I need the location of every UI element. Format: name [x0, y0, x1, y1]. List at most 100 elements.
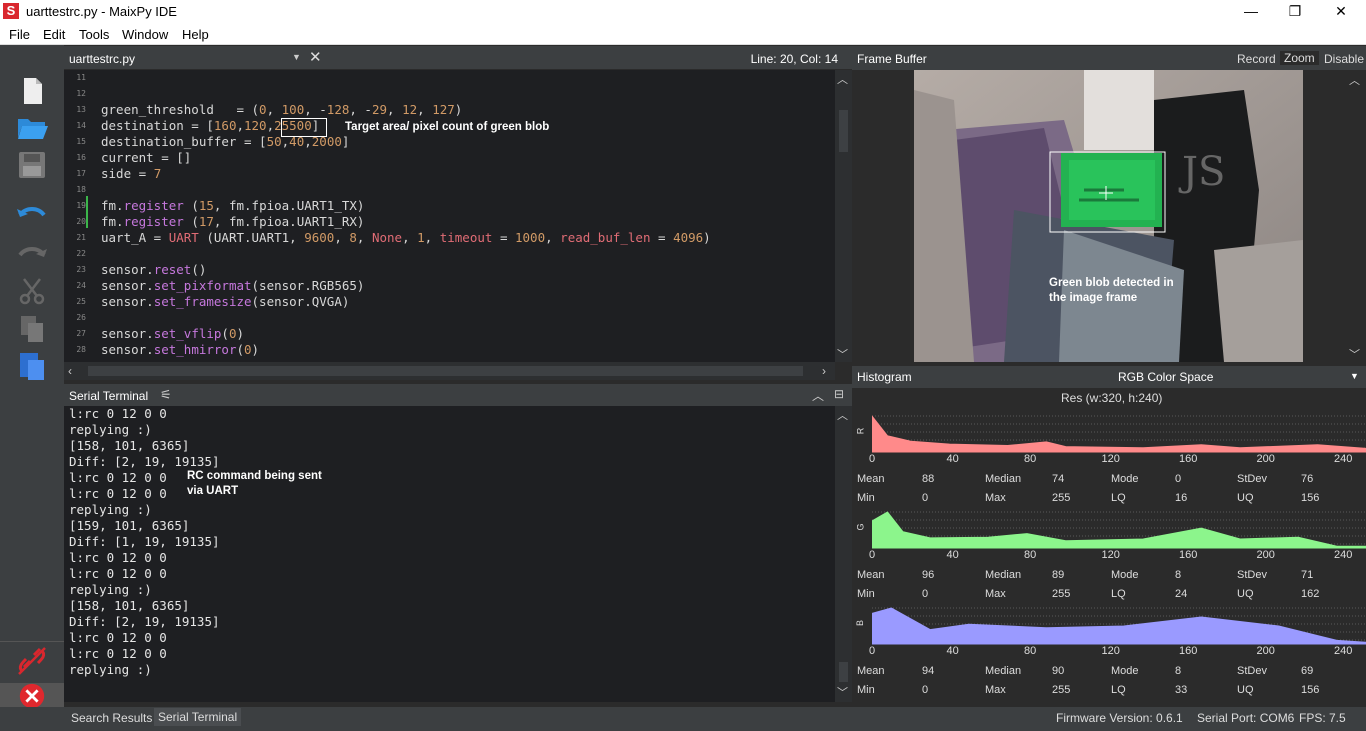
histogram-header: Histogram RGB Color Space ▼ — [852, 366, 1366, 388]
paste-icon[interactable] — [14, 350, 50, 382]
stat-value: 156 — [1301, 684, 1320, 696]
code-editor[interactable]: Target area/ pixel count of green blob 1… — [64, 70, 835, 362]
stat-label: Mode — [1111, 665, 1139, 677]
histogram-plot-r — [872, 415, 1366, 453]
frame-buffer-view: JS Green blob detected in the image fram… — [852, 70, 1366, 362]
tick-label: 0 — [869, 549, 876, 561]
record-button[interactable]: Record — [1237, 52, 1276, 66]
channel-label: B — [855, 619, 866, 627]
menu-window[interactable]: Window — [122, 27, 168, 42]
stat-label: Mean — [857, 665, 885, 677]
zoom-button[interactable]: Zoom — [1280, 51, 1319, 65]
serial-line: replying :) — [69, 422, 152, 437]
serial-line: [158, 101, 6365] — [69, 438, 190, 453]
file-dropdown-icon[interactable]: ▼ — [292, 52, 301, 62]
close-file-icon[interactable]: ✕ — [309, 48, 322, 66]
menu-help[interactable]: Help — [182, 27, 209, 42]
collapse-icon[interactable]: ︿ — [812, 387, 824, 404]
serial-line: l:rc 0 12 0 0 — [69, 486, 167, 501]
maximize-pane-icon[interactable]: ⊟ — [834, 387, 844, 401]
code-line: current = [] — [101, 150, 192, 165]
line-number: 15 — [76, 137, 86, 146]
tick-label: 160 — [1179, 549, 1198, 561]
fb-scroll-down-icon[interactable]: ﹀ — [1349, 346, 1360, 362]
line-number: 25 — [76, 297, 86, 306]
code-line: fm.register (17, fm.fpioa.UART1_RX) — [101, 214, 365, 229]
stat-label: Mean — [857, 569, 885, 581]
code-line: sensor.set_vflip(0) — [101, 326, 245, 341]
stat-label: UQ — [1237, 492, 1254, 504]
stat-value: 74 — [1052, 473, 1065, 485]
new-file-icon[interactable] — [14, 75, 50, 107]
serial-line: l:rc 0 12 0 0 — [69, 550, 167, 565]
maixpy-ide-window: S uarttestrc.py - MaixPy IDE — ❐ ✕ File … — [0, 0, 1366, 731]
line-number: 19 — [76, 201, 86, 210]
serial-line: [159, 101, 6365] — [69, 518, 190, 533]
tab-search-results[interactable]: Search Results — [71, 711, 152, 725]
code-line: sensor.set_hmirror(0) — [101, 342, 260, 357]
tick-label: 40 — [946, 645, 959, 657]
stat-label: UQ — [1237, 588, 1254, 600]
menu-tools[interactable]: Tools — [79, 27, 109, 42]
tick-label: 40 — [946, 549, 959, 561]
histogram-area-g — [872, 511, 1366, 549]
scroll-left-icon[interactable]: ‹ — [68, 364, 72, 378]
minimize-button[interactable]: — — [1228, 0, 1274, 23]
scroll-down-icon[interactable]: ﹀ — [837, 346, 848, 362]
disconnect-icon[interactable] — [14, 645, 50, 677]
tick-label: 200 — [1256, 645, 1275, 657]
scroll-thumb[interactable] — [839, 110, 848, 152]
copy-icon[interactable] — [14, 313, 50, 345]
cut-icon[interactable] — [14, 275, 50, 307]
serial-output[interactable]: l:rc 0 12 0 0 replying :) [158, 101, 6365]… — [64, 406, 835, 702]
stat-label: Min — [857, 492, 875, 504]
redo-icon[interactable] — [14, 237, 50, 269]
save-icon[interactable] — [14, 149, 50, 181]
scroll-down-icon[interactable]: ﹀ — [837, 684, 848, 700]
tick-label: 0 — [869, 645, 876, 657]
editor-vertical-scrollbar[interactable]: ︿ ﹀ — [835, 70, 852, 362]
maximize-button[interactable]: ❐ — [1272, 0, 1318, 23]
line-number: 24 — [76, 281, 86, 290]
editor-file-name[interactable]: uarttestrc.py — [69, 52, 135, 66]
stat-label: LQ — [1111, 588, 1126, 600]
line-number: 20 — [76, 217, 86, 226]
serial-line: Diff: [2, 19, 19135] — [69, 614, 220, 629]
firmware-version: Firmware Version: 0.6.1 — [1056, 711, 1183, 725]
stat-value: 96 — [922, 569, 935, 581]
open-folder-icon[interactable] — [14, 111, 50, 143]
color-space-dropdown-icon[interactable]: ▼ — [1350, 371, 1359, 381]
annotation-target-area: Target area/ pixel count of green blob — [345, 121, 550, 133]
menu-file[interactable]: File — [9, 27, 30, 42]
stat-value: 71 — [1301, 569, 1314, 581]
annotation-image-frame: the image frame — [1049, 292, 1138, 304]
serial-vertical-scrollbar[interactable]: ︿ ﹀ — [835, 406, 852, 702]
serial-line: l:rc 0 12 0 0 — [69, 566, 167, 581]
scroll-up-icon[interactable]: ︿ — [837, 407, 848, 423]
terminal-settings-icon[interactable]: ⚟ — [160, 387, 172, 403]
code-line: destination_buffer = [50,40,2000] — [101, 134, 350, 149]
disable-button[interactable]: Disable — [1324, 52, 1364, 66]
status-bar: Search Results Serial Terminal Firmware … — [0, 707, 1366, 731]
editor-horizontal-scrollbar[interactable]: ‹ › — [64, 362, 835, 380]
fb-scroll-up-icon[interactable]: ︿ — [1349, 72, 1360, 88]
code-line: sensor.reset() — [101, 262, 207, 277]
line-number: 12 — [76, 89, 86, 98]
close-window-button[interactable]: ✕ — [1318, 0, 1364, 23]
scroll-up-icon[interactable]: ︿ — [837, 71, 848, 87]
frame-buffer-header: Frame Buffer Record Zoom Disable — [852, 46, 1366, 70]
app-logo-icon: S — [3, 3, 19, 19]
stat-label: StDev — [1237, 569, 1267, 581]
tab-serial-terminal[interactable]: Serial Terminal — [154, 708, 242, 726]
scroll-thumb[interactable] — [839, 662, 848, 682]
hscroll-thumb[interactable] — [88, 366, 803, 376]
line-number: 27 — [76, 329, 86, 338]
stat-label: Mode — [1111, 473, 1139, 485]
serial-line: Diff: [1, 19, 19135] — [69, 534, 220, 549]
line-number: 14 — [76, 121, 86, 130]
code-line: side = 7 — [101, 166, 162, 181]
scroll-right-icon[interactable]: › — [822, 364, 826, 378]
color-space-select[interactable]: RGB Color Space — [1118, 370, 1213, 384]
undo-icon[interactable] — [14, 199, 50, 231]
menu-edit[interactable]: Edit — [43, 27, 65, 42]
